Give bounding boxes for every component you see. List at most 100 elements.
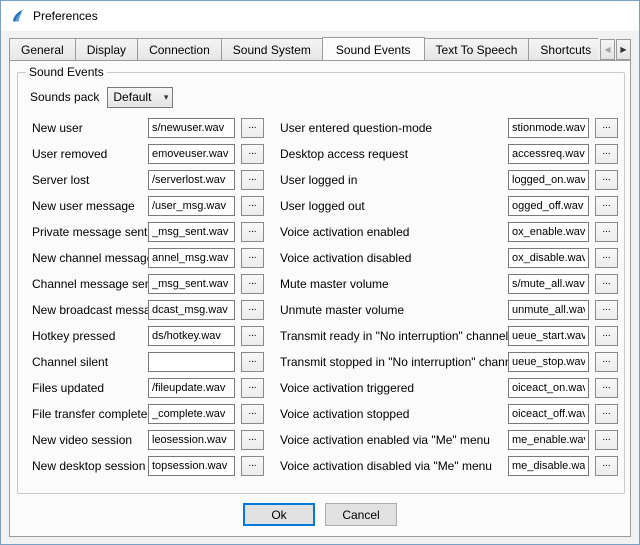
browse-cell: ... [238, 430, 268, 450]
sound-file-input[interactable] [508, 352, 589, 372]
browse-button[interactable]: ... [595, 248, 618, 268]
browse-cell: ... [592, 352, 620, 372]
sound-file-input[interactable] [148, 378, 235, 398]
tab-shortcuts[interactable]: Shortcuts [528, 38, 598, 60]
browse-cell: ... [592, 170, 620, 190]
browse-button[interactable]: ... [595, 430, 618, 450]
browse-button[interactable]: ... [595, 404, 618, 424]
browse-button[interactable]: ... [241, 456, 264, 476]
tab-connection[interactable]: Connection [137, 38, 222, 60]
sound-file-input[interactable] [148, 222, 235, 242]
tab-general[interactable]: General [9, 38, 76, 60]
event-label: User removed [32, 147, 148, 161]
browse-cell: ... [238, 248, 268, 268]
sound-file-input[interactable] [148, 118, 235, 138]
window-title: Preferences [33, 9, 98, 23]
sound-file-input[interactable] [148, 144, 235, 164]
sound-file-input[interactable] [508, 248, 589, 268]
ok-button[interactable]: Ok [243, 503, 315, 526]
sound-file-input[interactable] [148, 300, 235, 320]
browse-button[interactable]: ... [241, 378, 264, 398]
tab-scroll-left-button[interactable]: ◀ [600, 39, 615, 60]
sound-file-input[interactable] [148, 248, 235, 268]
browse-button[interactable]: ... [241, 404, 264, 424]
sound-file-input[interactable] [508, 274, 589, 294]
browse-button[interactable]: ... [241, 274, 264, 294]
browse-button[interactable]: ... [241, 196, 264, 216]
event-label: Channel silent [32, 355, 148, 369]
browse-cell: ... [592, 326, 620, 346]
tab-scroller-group: ◀ ▶ [600, 39, 631, 60]
browse-button[interactable]: ... [595, 378, 618, 398]
cancel-button[interactable]: Cancel [325, 503, 397, 526]
sound-file-input[interactable] [508, 378, 589, 398]
browse-cell: ... [238, 274, 268, 294]
browse-button[interactable]: ... [595, 144, 618, 164]
browse-cell: ... [238, 326, 268, 346]
tab-text-to-speech[interactable]: Text To Speech [424, 38, 530, 60]
browse-button[interactable]: ... [595, 274, 618, 294]
sound-file-input[interactable] [508, 170, 589, 190]
browse-button[interactable]: ... [595, 326, 618, 346]
tab-bar: GeneralDisplayConnectionSound SystemSoun… [1, 31, 639, 60]
browse-cell: ... [592, 144, 620, 164]
browse-cell: ... [238, 300, 268, 320]
event-label: Voice activation stopped [268, 407, 508, 421]
browse-button[interactable]: ... [241, 248, 264, 268]
sound-file-input[interactable] [508, 144, 589, 164]
sounds-pack-label: Sounds pack [30, 90, 99, 104]
browse-button[interactable]: ... [241, 352, 264, 372]
tab-sound-events[interactable]: Sound Events [322, 37, 425, 60]
browse-button[interactable]: ... [595, 456, 618, 476]
dialog-button-row: Ok Cancel [10, 496, 630, 536]
browse-cell: ... [592, 456, 620, 476]
browse-button[interactable]: ... [241, 300, 264, 320]
browse-button[interactable]: ... [595, 352, 618, 372]
browse-button[interactable]: ... [241, 430, 264, 450]
sound-file-input[interactable] [508, 404, 589, 424]
browse-button[interactable]: ... [241, 170, 264, 190]
browse-cell: ... [238, 222, 268, 242]
browse-button[interactable]: ... [595, 222, 618, 242]
sound-file-input[interactable] [148, 404, 235, 424]
sound-file-input[interactable] [508, 300, 589, 320]
sounds-pack-select[interactable]: Default ▾ [107, 87, 173, 108]
tab-scroll-right-button[interactable]: ▶ [616, 39, 631, 60]
sound-file-input[interactable] [508, 196, 589, 216]
sound-file-input[interactable] [148, 170, 235, 190]
sound-file-input[interactable] [148, 196, 235, 216]
browse-cell: ... [238, 118, 268, 138]
sound-file-input[interactable] [508, 326, 589, 346]
sound-file-input[interactable] [148, 274, 235, 294]
tab-sound-system[interactable]: Sound System [221, 38, 323, 60]
browse-button[interactable]: ... [595, 196, 618, 216]
group-title: Sound Events [26, 65, 107, 79]
event-label: Voice activation triggered [268, 381, 508, 395]
event-label: File transfer complete [32, 407, 148, 421]
sound-file-input[interactable] [148, 326, 235, 346]
browse-button[interactable]: ... [595, 118, 618, 138]
event-label: Unmute master volume [268, 303, 508, 317]
chevron-down-icon: ▾ [164, 92, 169, 103]
browse-button[interactable]: ... [241, 326, 264, 346]
browse-button[interactable]: ... [241, 118, 264, 138]
browse-button[interactable]: ... [595, 170, 618, 190]
browse-button[interactable]: ... [241, 144, 264, 164]
sound-file-input[interactable] [148, 430, 235, 450]
sound-file-input[interactable] [148, 352, 235, 372]
tab-display[interactable]: Display [75, 38, 138, 60]
sound-file-input[interactable] [148, 456, 235, 476]
browse-cell: ... [592, 378, 620, 398]
event-label: Desktop access request [268, 147, 508, 161]
browse-cell: ... [238, 456, 268, 476]
browse-cell: ... [238, 352, 268, 372]
browse-button[interactable]: ... [241, 222, 264, 242]
sound-file-input[interactable] [508, 456, 589, 476]
sound-file-input[interactable] [508, 430, 589, 450]
browse-cell: ... [238, 378, 268, 398]
event-label: Transmit ready in "No interruption" chan… [268, 329, 508, 343]
sound-file-input[interactable] [508, 222, 589, 242]
browse-button[interactable]: ... [595, 300, 618, 320]
event-label: Server lost [32, 173, 148, 187]
sound-file-input[interactable] [508, 118, 589, 138]
